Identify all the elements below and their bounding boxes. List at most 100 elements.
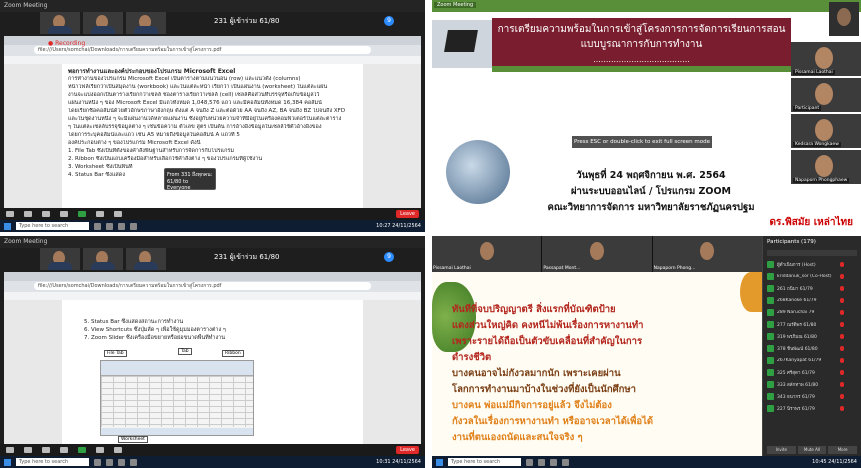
participant-name: Kedsara Wongkaew <box>793 142 841 147</box>
taskbar-app-icon[interactable] <box>106 222 113 230</box>
participant-name: 319 พรภิมณ 61/80 <box>777 334 817 340</box>
participant-video[interactable]: Pissamai Laothai <box>791 42 861 76</box>
pdf-toolbar[interactable] <box>4 56 421 64</box>
self-video[interactable] <box>829 2 859 36</box>
browser-tabbar[interactable] <box>4 272 421 281</box>
participant-row[interactable]: 277 ณรัติพร 61/80 <box>763 318 861 330</box>
participant-row[interactable]: 268Kanoke 61/79 <box>763 294 861 306</box>
slide-line: งานที่ตนเองถนัดและสนใจจริง ๆ <box>452 432 583 443</box>
pdf-toolbar[interactable] <box>4 292 421 300</box>
participant-row[interactable]: 319 พรภิมณ 61/80 <box>763 330 861 342</box>
address-bar[interactable]: file:///Users/somchai/Downloads/การเตรีย… <box>34 46 371 54</box>
taskbar-search[interactable]: Type here to search <box>16 458 89 466</box>
participants-icon[interactable] <box>42 447 50 453</box>
participant-row[interactable]: 333 สลักทาพ 61/80 <box>763 378 861 390</box>
share-screen-icon[interactable] <box>78 447 86 453</box>
browser-chrome: file:///Users/somchai/Downloads/การเตรีย… <box>4 272 421 292</box>
slide-date-line: วันพุธที่ 24 พฤศจิกายน พ.ศ. 2564 <box>576 170 726 181</box>
muted-mic-icon <box>840 393 844 399</box>
taskbar-app-icon[interactable] <box>526 458 533 466</box>
taskbar-app-icon[interactable] <box>550 458 557 466</box>
zoom-title: Zoom Meeting <box>4 238 48 245</box>
windows-taskbar: Type here to search 10:45 24/11/2564 <box>432 456 861 468</box>
taskbar-app-icon[interactable] <box>562 458 569 466</box>
reactions-icon[interactable] <box>114 211 122 217</box>
doc-heading: พอการทำงานและองค์ประกอบของโปรแกรม Micros… <box>68 68 236 75</box>
participants-search[interactable] <box>767 250 857 256</box>
zoom-title-bar: Zoom Meeting <box>0 0 425 12</box>
video-thumbnail[interactable] <box>40 12 80 34</box>
participant-row[interactable]: kriddanuk_sor (Co-Host) <box>763 270 861 282</box>
taskbar-app-icon[interactable] <box>118 222 125 230</box>
mute-all-button[interactable]: Mute All <box>797 446 827 454</box>
taskbar-app-icon[interactable] <box>106 458 113 466</box>
video-thumbnail[interactable] <box>83 248 123 270</box>
participants-icon[interactable] <box>42 211 50 217</box>
participant-row[interactable]: 227 นิราพร 61/79 <box>763 402 861 414</box>
participant-video[interactable]: Napaporn Phong... <box>652 236 762 272</box>
taskbar-app-icon[interactable] <box>94 458 101 466</box>
video-icon[interactable] <box>24 447 32 453</box>
participant-video[interactable]: Kedsara Wongkaew <box>791 114 861 148</box>
muted-mic-icon <box>840 369 844 375</box>
video-thumbnail[interactable] <box>83 12 123 34</box>
chat-icon[interactable] <box>60 447 68 453</box>
participant-name: 277 ณรัติพร 61/80 <box>777 322 817 328</box>
participant-row[interactable]: 343 ธนากร 61/79 <box>763 390 861 402</box>
taskbar-app-icon[interactable] <box>94 222 101 230</box>
slide-line: บางคนอาจไม่กังวลมากนัก เพราะเคยผ่าน <box>452 368 621 379</box>
excel-ribbon <box>101 361 253 376</box>
taskbar-app-icon[interactable] <box>538 458 545 466</box>
mic-icon[interactable] <box>6 211 14 217</box>
slide-date-line: คณะวิทยาการจัดการ มหาวิทยาลัยราชภัฏนครปฐ… <box>547 202 755 213</box>
invite-button[interactable]: Invite <box>767 446 796 454</box>
chat-notification[interactable]: From 331 ถึงทุกคน: 61/80 to Everyone <box>164 168 216 191</box>
zoom-title: Zoom Meeting <box>4 2 48 9</box>
participant-name: 227 นิราพร 61/79 <box>777 406 815 412</box>
taskbar-search[interactable]: Type here to search <box>16 222 89 230</box>
chat-icon[interactable] <box>60 211 68 217</box>
taskbar-search[interactable]: Type here to search <box>448 458 521 466</box>
muted-mic-icon <box>840 321 844 327</box>
callout-label: Tab <box>178 348 192 355</box>
participant-video[interactable]: Participant <box>791 78 861 112</box>
taskbar-app-icon[interactable] <box>118 458 125 466</box>
video-thumbnail[interactable] <box>126 248 166 270</box>
participant-video[interactable]: Passapat Mont... <box>542 236 652 272</box>
taskbar-app-icon[interactable] <box>130 458 137 466</box>
more-button[interactable]: More <box>828 446 858 454</box>
slide-title: การเตรียมความพร้อมในการเข้าสู่โครงการการ… <box>492 18 791 66</box>
participant-row[interactable]: ผู้ดำเนินการ (Host) <box>763 258 861 270</box>
video-thumbnail[interactable] <box>40 248 80 270</box>
windows-start-icon[interactable] <box>4 458 11 466</box>
video-thumbnail[interactable] <box>126 12 166 34</box>
taskbar-app-icon[interactable] <box>130 222 137 230</box>
participant-name: Napaporn Phong... <box>653 266 696 271</box>
slide-line: เพราะรายได้ถือเป็นตัวขับเคลื่อนที่สำคัญใ… <box>452 336 643 347</box>
record-icon[interactable] <box>96 211 104 217</box>
participant-video[interactable]: Napaporn Phongphaew <box>791 150 861 184</box>
share-screen-icon[interactable] <box>78 211 86 217</box>
doc-line: และในชุดงานหนึ่ง ๆ จะมีแผ่นงานได้หลายแผ่… <box>68 116 342 122</box>
participant-row[interactable]: 261 ถนิมา 61/79 <box>763 282 861 294</box>
muted-mic-icon <box>840 309 844 315</box>
reactions-icon[interactable] <box>114 447 122 453</box>
windows-start-icon[interactable] <box>4 222 11 230</box>
windows-start-icon[interactable] <box>436 458 443 466</box>
participant-row[interactable]: 378 ชินพัฒน์ 61/80 <box>763 342 861 354</box>
address-bar[interactable]: file:///Users/somchai/Downloads/การเตรีย… <box>34 282 371 290</box>
participant-row[interactable]: 325 ศรีสุดา 61/79 <box>763 366 861 378</box>
mic-icon[interactable] <box>6 447 14 453</box>
participant-row[interactable]: 289 Naruchai 79 <box>763 306 861 318</box>
video-icon[interactable] <box>24 211 32 217</box>
participant-name: Napaporn Phongphaew <box>793 178 850 183</box>
participant-video[interactable]: Pissamai Laothai <box>432 236 542 272</box>
doc-line: ๆ ในแต่ละเซลล์บรรจุข้อมูลต่าง ๆ เช่นข้อค… <box>68 124 322 130</box>
doc-line: องค์ประกอบต่าง ๆ ของโปรแกรม Microsoft Ex… <box>68 140 201 146</box>
leave-button[interactable]: Leave <box>396 446 419 454</box>
meeting-label: 231 ผู้เข้าร่วม 61/80 <box>214 17 280 25</box>
screenshot-zoom-pdf-excel: Zoom Meeting 231 ผู้เข้าร่วม 61/80 9 fil… <box>0 0 425 232</box>
leave-button[interactable]: Leave <box>396 210 419 218</box>
participant-row[interactable]: 267Kanyapat 61/79 <box>763 354 861 366</box>
record-icon[interactable] <box>96 447 104 453</box>
